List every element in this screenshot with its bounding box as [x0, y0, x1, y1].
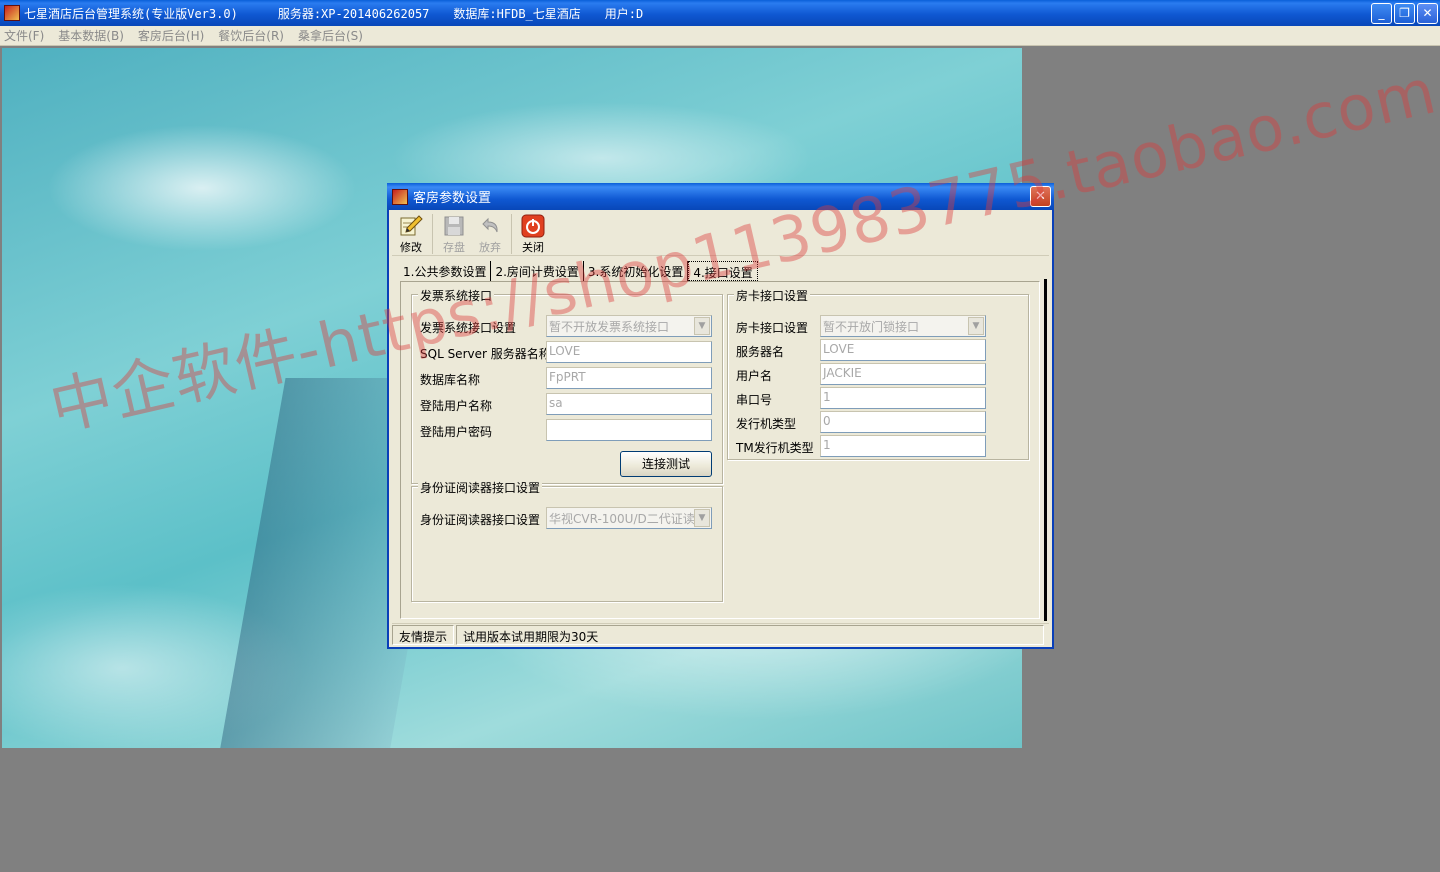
id-card-reader-group: 身份证阅读器接口设置 身份证阅读器接口设置 华视CVR-100U/D二代证读 ▼ — [411, 479, 723, 602]
modify-button[interactable]: 修改 — [394, 212, 428, 256]
close-label: 关闭 — [522, 241, 544, 254]
id-card-group-title: 身份证阅读器接口设置 — [418, 479, 543, 496]
menu-file[interactable]: 文件(F) — [4, 27, 44, 44]
panel-scrollbar[interactable] — [1044, 279, 1047, 621]
serial-port-label: 串口号 — [736, 393, 773, 407]
tab-common-params[interactable]: 1.公共参数设置 — [399, 261, 492, 281]
main-title-bar: 七星酒店后台管理系统(专业版Ver3.0) 服务器:XP-20140626205… — [0, 0, 1440, 26]
id-card-reader-value: 华视CVR-100U/D二代证读 — [549, 512, 695, 526]
power-icon — [521, 214, 545, 238]
db-name-input[interactable]: FpPRT — [546, 367, 712, 389]
invoice-interface-value: 暂不开放发票系统接口 — [549, 320, 670, 334]
menu-room-backend[interactable]: 客房后台(H) — [138, 27, 204, 44]
status-message: 试用版本试用期限为30天 — [456, 625, 1044, 645]
login-password-input[interactable] — [546, 419, 712, 441]
login-user-input[interactable]: sa — [546, 393, 712, 415]
db-name-label: 数据库名称 — [420, 373, 481, 387]
room-card-interface-group: 房卡接口设置 房卡接口设置 暂不开放门锁接口 ▼ 服务器名 LOVE 用户名 J… — [727, 287, 1029, 460]
discard-button[interactable]: 放弃 — [473, 212, 507, 256]
minimize-button[interactable]: _ — [1371, 3, 1392, 24]
login-user-label: 登陆用户名称 — [420, 399, 493, 413]
chevron-down-icon[interactable]: ▼ — [694, 509, 710, 527]
tab-interface-settings[interactable]: 4.接口设置 — [688, 261, 758, 281]
room-card-interface-select[interactable]: 暂不开放门锁接口 ▼ — [820, 315, 986, 337]
status-hint: 友情提示 — [392, 625, 454, 645]
dialog-close-button[interactable]: ✕ — [1030, 186, 1051, 207]
save-label: 存盘 — [443, 241, 465, 254]
login-password-label: 登陆用户密码 — [420, 425, 493, 439]
room-card-server-input[interactable]: LOVE — [820, 339, 986, 361]
interface-settings-panel: 发票系统接口 发票系统接口设置 暂不开放发票系统接口 ▼ SQL Server … — [400, 281, 1040, 619]
sql-server-input[interactable]: LOVE — [546, 341, 712, 363]
close-tool-button[interactable]: 关闭 — [516, 212, 550, 256]
window-controls: _ ❐ ✕ — [1371, 3, 1438, 24]
room-card-server-label: 服务器名 — [736, 345, 785, 359]
id-card-reader-label: 身份证阅读器接口设置 — [420, 513, 541, 527]
modify-label: 修改 — [400, 241, 422, 254]
dialog-title: 客房参数设置 — [413, 191, 492, 206]
pencil-edit-icon — [400, 215, 423, 236]
user-info: 用户:D — [604, 6, 644, 21]
restore-button[interactable]: ❐ — [1394, 3, 1415, 24]
chevron-down-icon[interactable]: ▼ — [694, 317, 710, 335]
dialog-status-bar: 友情提示 试用版本试用期限为30天 — [392, 623, 1049, 645]
tm-issuer-type-label: TM发行机类型 — [736, 441, 814, 455]
serial-port-input[interactable]: 1 — [820, 387, 986, 409]
invoice-interface-select[interactable]: 暂不开放发票系统接口 ▼ — [546, 315, 712, 337]
room-card-user-input[interactable]: JACKIE — [820, 363, 986, 385]
tab-system-init[interactable]: 3.系统初始化设置 — [584, 261, 689, 281]
undo-arrow-icon — [482, 217, 498, 233]
discard-label: 放弃 — [479, 241, 501, 254]
room-card-interface-label: 房卡接口设置 — [736, 321, 809, 335]
invoice-interface-group: 发票系统接口 发票系统接口设置 暂不开放发票系统接口 ▼ SQL Server … — [411, 287, 723, 484]
room-card-interface-value: 暂不开放门锁接口 — [823, 320, 920, 334]
toolbar-separator — [511, 214, 512, 254]
room-params-dialog: 客房参数设置 ✕ 修改 存盘 放弃 关闭 1.公共参数设置 2.房间计费设置 3… — [387, 183, 1054, 649]
menu-bar: 文件(F) 基本数据(B) 客房后台(H) 餐饮后台(R) 桑拿后台(S) — [0, 26, 1440, 46]
database-info: 数据库:HFDB_七星酒店 — [453, 6, 581, 21]
settings-tabs: 1.公共参数设置 2.房间计费设置 3.系统初始化设置 4.接口设置 — [399, 261, 758, 281]
issuer-type-label: 发行机类型 — [736, 417, 797, 431]
invoice-interface-label: 发票系统接口设置 — [420, 321, 517, 335]
dialog-icon — [392, 188, 408, 205]
server-info: 服务器:XP-201406262057 — [277, 6, 430, 21]
chevron-down-icon[interactable]: ▼ — [968, 317, 984, 335]
tm-issuer-type-input[interactable]: 1 — [820, 435, 986, 457]
dialog-title-bar[interactable]: 客房参数设置 ✕ — [387, 183, 1054, 210]
id-card-reader-select[interactable]: 华视CVR-100U/D二代证读 ▼ — [546, 507, 712, 529]
dialog-toolbar: 修改 存盘 放弃 关闭 — [392, 212, 1049, 256]
menu-basic-data[interactable]: 基本数据(B) — [58, 27, 124, 44]
issuer-type-input[interactable]: 0 — [820, 411, 986, 433]
connection-test-button[interactable]: 连接测试 — [620, 451, 712, 477]
room-card-user-label: 用户名 — [736, 369, 773, 383]
floppy-disk-icon — [444, 216, 464, 236]
sql-server-label: SQL Server 服务器名称 — [420, 347, 551, 361]
toolbar-separator — [432, 214, 433, 254]
room-card-group-title: 房卡接口设置 — [734, 287, 811, 304]
menu-sauna-backend[interactable]: 桑拿后台(S) — [298, 27, 363, 44]
app-icon[interactable] — [4, 5, 20, 21]
close-button[interactable]: ✕ — [1417, 3, 1438, 24]
menu-dining-backend[interactable]: 餐饮后台(R) — [218, 27, 284, 44]
app-title: 七星酒店后台管理系统(专业版Ver3.0) — [24, 6, 238, 21]
save-button[interactable]: 存盘 — [437, 212, 471, 256]
invoice-group-title: 发票系统接口 — [418, 287, 495, 304]
tab-room-billing[interactable]: 2.房间计费设置 — [491, 261, 584, 281]
